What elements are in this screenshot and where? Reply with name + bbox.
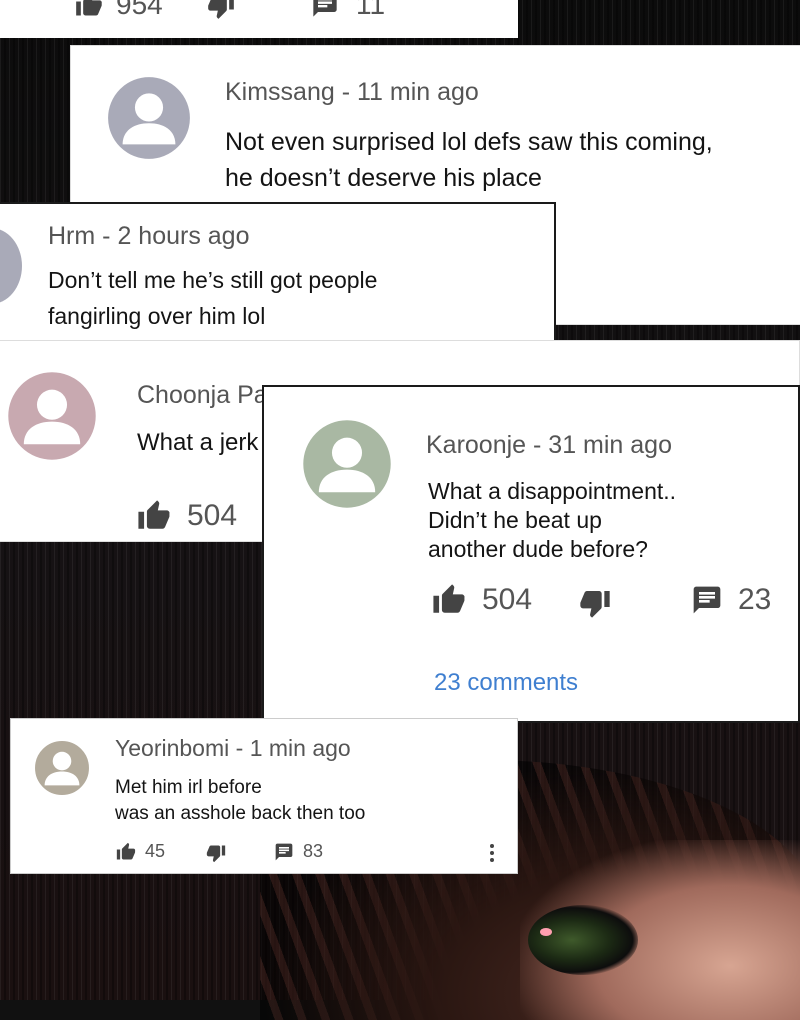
thumbs-up-icon[interactable] <box>74 0 104 19</box>
comment-text: What a disappointment.. Didn’t he beat u… <box>428 478 677 562</box>
like-count: 954 <box>116 0 163 20</box>
like-stat: 45 <box>115 841 165 862</box>
avatar <box>0 228 22 304</box>
reply-stat: 83 <box>273 841 323 862</box>
author-name[interactable]: Hrm <box>48 222 95 250</box>
thumbs-down-icon[interactable] <box>206 0 236 20</box>
comment-icon[interactable] <box>310 0 340 19</box>
timestamp: 2 hours ago <box>117 222 250 250</box>
comment-card-karoonje: Karoonje - 31 min ago What a disappointm… <box>262 385 800 723</box>
like-stat: 504 <box>135 499 237 533</box>
comment-meta: Kimssang - 11 min ago <box>225 78 479 106</box>
more-options-icon[interactable] <box>489 843 495 863</box>
author-name[interactable]: Choonja Pa <box>137 381 268 409</box>
dislike-stat <box>206 0 236 20</box>
dislike-stat <box>578 587 612 619</box>
comment-text: Not even surprised lol defs saw this com… <box>225 128 713 192</box>
user-silhouette-icon <box>300 417 394 511</box>
thumbs-up-icon[interactable] <box>135 499 173 533</box>
author-name[interactable]: Karoonje <box>426 431 526 459</box>
thumbs-up-icon[interactable] <box>115 842 137 862</box>
dislike-stat <box>205 843 227 863</box>
reply-stat: 11 <box>310 0 385 20</box>
comment-meta: Karoonje - 31 min ago <box>426 431 672 459</box>
thumbs-down-icon[interactable] <box>205 843 227 863</box>
reply-count: 83 <box>303 841 324 861</box>
comment-icon[interactable] <box>273 842 295 862</box>
thumbs-up-icon[interactable] <box>430 583 468 617</box>
eye-glint <box>540 928 552 936</box>
reply-count: 11 <box>356 0 386 20</box>
author-name[interactable]: Kimssang <box>225 78 335 106</box>
thumbs-down-icon[interactable] <box>578 587 612 619</box>
avatar <box>5 369 99 463</box>
comment-card-partial: 954 11 <box>0 0 518 38</box>
timestamp: 31 min ago <box>548 431 672 459</box>
reply-count: 23 <box>738 583 772 616</box>
comment-card-yeorinbomi: Yeorinbomi - 1 min ago Met him irl befor… <box>10 718 518 874</box>
comment-meta: Yeorinbomi - 1 min ago <box>115 735 351 761</box>
character-eye <box>528 905 638 975</box>
like-count: 504 <box>482 583 533 616</box>
user-silhouette-icon <box>33 739 91 797</box>
reply-stat: 23 <box>690 583 771 617</box>
comment-text: Don’t tell me he’s still got people fang… <box>48 267 378 329</box>
like-count: 504 <box>187 499 238 532</box>
comment-text: Met him irl before was an asshole back t… <box>115 777 366 824</box>
like-stat: 504 <box>430 583 532 617</box>
comment-text: What a jerk <box>137 429 259 456</box>
comment-card-hrm: Hrm - 2 hours ago Don’t tell me he’s sti… <box>0 202 556 354</box>
like-stat: 954 <box>74 0 163 20</box>
timestamp: 1 min ago <box>249 735 351 761</box>
comment-icon[interactable] <box>690 584 724 616</box>
author-name[interactable]: Yeorinbomi <box>115 735 229 761</box>
avatar <box>300 417 394 511</box>
avatar <box>33 739 91 797</box>
avatar <box>105 74 193 162</box>
timestamp: 11 min ago <box>356 78 479 106</box>
comment-meta: Choonja Pa <box>137 381 268 410</box>
view-comments-link[interactable]: 23 comments <box>434 669 578 697</box>
user-silhouette-icon <box>5 369 99 463</box>
user-silhouette-icon <box>0 228 22 304</box>
user-silhouette-icon <box>105 74 193 162</box>
like-count: 45 <box>145 841 166 861</box>
comment-meta: Hrm - 2 hours ago <box>48 222 250 250</box>
